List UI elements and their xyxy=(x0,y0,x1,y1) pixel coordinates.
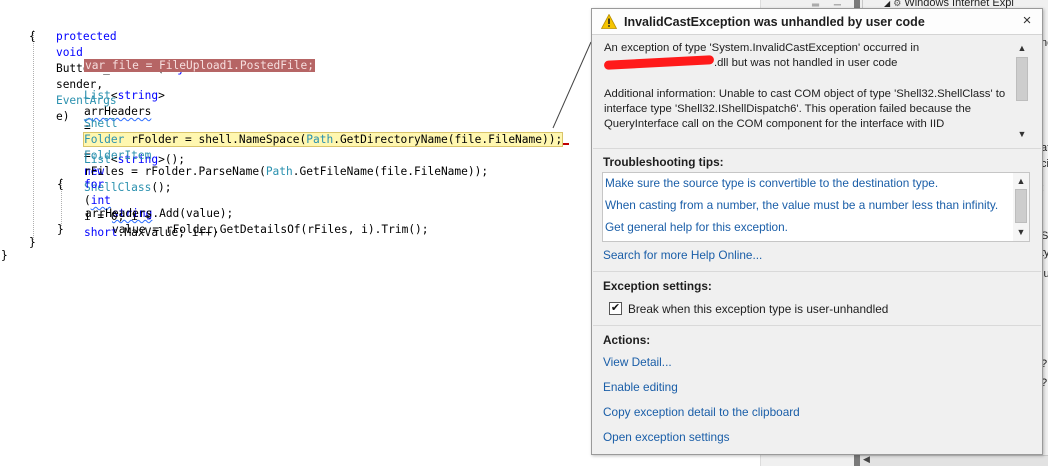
open-exception-settings-link[interactable]: Open exception settings xyxy=(603,430,730,444)
exception-settings-heading: Exception settings: xyxy=(603,279,712,293)
code-text: .GetFileName(file.FileName)); xyxy=(292,165,489,178)
code-line-add: arrHeaders.Add(value); xyxy=(85,207,234,220)
exception-message-text: .dll but was not handled in user code xyxy=(714,57,898,69)
section-divider xyxy=(593,148,1041,149)
code-line-list: List<string> arrHeaders = new List<strin… xyxy=(57,72,185,166)
section-divider xyxy=(593,325,1041,326)
web-reference-icon: ⚙ xyxy=(893,0,902,8)
horizontal-scrollbar[interactable]: ◀ xyxy=(860,454,1048,466)
code-line-error: var file = FileUpload1.PostedFile; xyxy=(57,42,315,72)
scroll-left-icon[interactable]: ◀ xyxy=(863,454,870,465)
break-checkbox-label[interactable]: Break when this exception type is user-u… xyxy=(628,302,888,316)
error-statement[interactable]: var file = FileUpload1.PostedFile; xyxy=(83,59,315,72)
dialog-title: InvalidCastException was unhandled by us… xyxy=(624,15,925,29)
scroll-down-icon[interactable]: ▼ xyxy=(1013,225,1029,239)
code-text: value = rFolder.GetDetailsOf(rFiles, i).… xyxy=(111,223,429,236)
close-button[interactable]: × xyxy=(1018,12,1036,30)
scroll-up-icon[interactable]: ▲ xyxy=(1013,174,1029,188)
view-detail-link[interactable]: View Detail... xyxy=(603,355,672,369)
troubleshooting-tips-list[interactable]: Make sure the source type is convertible… xyxy=(602,172,1030,242)
collapse-arrow-icon: ◢ xyxy=(884,0,891,8)
code-line-signature: protected void Button1_OnClick(object se… xyxy=(29,13,204,123)
scroll-up-icon[interactable]: ▲ xyxy=(1014,41,1030,55)
redaction-mark xyxy=(603,55,715,70)
tip-link-convertible[interactable]: Make sure the source type is convertible… xyxy=(605,176,938,190)
code-line-for: for (int i = 0; i < short.MaxValue; i++) xyxy=(57,161,219,239)
code-line-open-brace: { xyxy=(29,30,36,43)
code-line-shell: Shell shell = new ShellClass(); xyxy=(57,100,172,194)
message-scrollbar[interactable]: ▲ ▼ xyxy=(1014,39,1030,143)
additional-information: Additional information: Unable to cast C… xyxy=(604,88,1006,130)
scroll-thumb[interactable] xyxy=(1016,57,1028,101)
copy-exception-detail-link[interactable]: Copy exception detail to the clipboard xyxy=(603,405,800,419)
code-line-class-close: } xyxy=(1,249,8,262)
code-line-for-close: } xyxy=(57,223,64,236)
search-help-online-link[interactable]: Search for more Help Online... xyxy=(603,248,762,262)
code-line-method-close: } xyxy=(29,236,36,249)
scroll-down-icon[interactable]: ▼ xyxy=(1014,127,1030,141)
type-name: Path xyxy=(265,165,293,178)
tips-scrollbar[interactable]: ▲ ▼ xyxy=(1013,173,1029,241)
actions-heading: Actions: xyxy=(603,333,651,347)
code-line-getdetails: string value = rFolder.GetDetailsOf(rFil… xyxy=(85,190,429,236)
warning-icon xyxy=(601,14,617,29)
enable-editing-link[interactable]: Enable editing xyxy=(603,380,678,394)
exception-message-box[interactable]: An exception of type 'System.InvalidCast… xyxy=(602,39,1030,143)
error-caret-icon xyxy=(563,133,570,145)
break-when-unhandled-checkbox[interactable]: ✔ xyxy=(609,302,622,315)
exception-assistant-dialog[interactable]: InvalidCastException was unhandled by us… xyxy=(591,8,1043,455)
code-line-current: Folder rFolder = shell.NameSpace(Path.Ge… xyxy=(57,116,570,147)
tip-link-infinity[interactable]: When casting from a number, the value mu… xyxy=(605,198,998,212)
code-line-folderitem: FolderItem rFiles = rFolder.ParseName(Pa… xyxy=(57,132,488,178)
exception-message-line: .dll but was not handled in user code xyxy=(603,55,1014,71)
tip-link-general-help[interactable]: Get general help for this exception. xyxy=(605,220,788,234)
code-line-for-open: { xyxy=(57,178,64,191)
dialog-title-bar[interactable]: InvalidCastException was unhandled by us… xyxy=(592,9,1042,35)
scroll-thumb[interactable] xyxy=(1015,189,1027,223)
troubleshooting-heading: Troubleshooting tips: xyxy=(603,155,724,169)
exception-message-line: An exception of type 'System.InvalidCast… xyxy=(604,42,920,54)
section-divider xyxy=(593,271,1041,272)
